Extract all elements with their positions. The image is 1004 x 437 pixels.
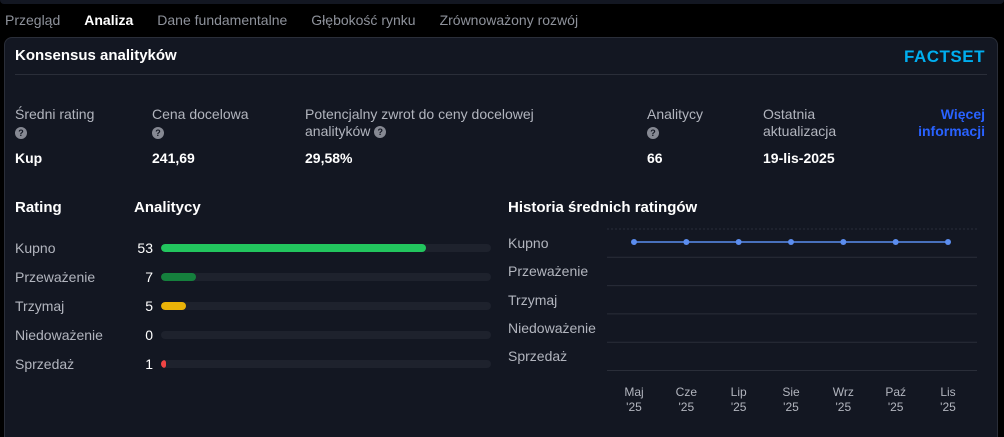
data-point[interactable] — [735, 239, 742, 245]
stat-value-potential-return: 29,58% — [305, 150, 353, 166]
rating-name: Trzymaj — [15, 298, 65, 314]
stat-label: Potencjalny zwrot do ceny docelowej anal… — [305, 106, 534, 139]
card-title: Konsensus analityków — [15, 47, 177, 64]
x-tick-year: '25 — [835, 400, 852, 414]
tab-sustainability[interactable]: Zrównoważony rozwój — [440, 9, 579, 35]
stat-potential-return: Potencjalny zwrot do ceny docelowej anal… — [305, 106, 570, 140]
stat-average-rating: Średni rating ? — [15, 106, 135, 142]
rating-name: Sprzedaż — [15, 356, 75, 372]
x-tick-month: Wrz — [832, 385, 854, 399]
rating-count: 53 — [137, 240, 153, 256]
help-icon[interactable]: ? — [374, 126, 387, 139]
x-tick-month: Cze — [675, 385, 697, 399]
x-tick-year: '25 — [678, 400, 695, 414]
x-tick-label: Sie '25 — [776, 385, 806, 415]
tab-market-depth[interactable]: Głębokość rynku — [311, 9, 415, 35]
rating-row-hold: Trzymaj 5 — [15, 296, 492, 316]
rating-count: 0 — [145, 327, 153, 343]
rating-row-underweight: Niedoważenie 0 — [15, 325, 492, 345]
x-tick-year: '25 — [940, 400, 956, 414]
y-tick-label: Trzymaj — [508, 292, 558, 308]
x-tick-label: Maj '25 — [619, 385, 649, 415]
rating-bar — [161, 273, 196, 281]
x-tick-year: '25 — [730, 400, 747, 414]
rating-bar — [161, 302, 186, 310]
rating-bar-track — [161, 331, 491, 339]
rating-bar — [161, 360, 166, 368]
tab-analysis[interactable]: Analiza — [84, 9, 134, 39]
x-tick-label: Lip '25 — [724, 385, 754, 415]
rating-name: Kupno — [15, 240, 56, 256]
y-tick-label: Niedoważenie — [508, 320, 596, 336]
x-tick-year: '25 — [887, 400, 904, 414]
analysts-header: Analitycy — [134, 199, 201, 216]
rating-bar-track — [161, 273, 491, 281]
stat-value-last-update: 19-lis-2025 — [763, 150, 835, 166]
rating-count: 1 — [145, 356, 153, 372]
stat-target-price: Cena docelowa ? — [152, 106, 282, 142]
stat-value-average-rating: Kup — [15, 150, 43, 166]
rating-name: Przeważenie — [15, 269, 96, 285]
factset-logo: FACTSET — [904, 47, 985, 66]
rating-header: Rating — [15, 199, 62, 216]
stat-label: Analitycy — [647, 106, 704, 122]
rating-count: 7 — [145, 269, 153, 285]
x-tick-year: '25 — [626, 400, 642, 414]
stat-label: Ostatnia aktualizacja — [763, 106, 837, 139]
stat-value-analysts: 66 — [647, 150, 663, 166]
x-tick-month: Sie — [782, 385, 800, 399]
stat-last-update: Ostatnia aktualizacja — [763, 106, 873, 140]
analyst-consensus-card: Konsensus analityków FACTSET Średni rati… — [4, 37, 998, 437]
stat-analysts: Analitycy ? — [647, 106, 737, 142]
history-chart-title: Historia średnich ratingów — [508, 199, 698, 216]
rating-row-buy: Kupno 53 — [15, 238, 492, 258]
data-point[interactable] — [840, 239, 847, 245]
rating-name: Niedoważenie — [15, 327, 103, 343]
stat-label: Cena docelowa — [152, 106, 249, 122]
x-tick-label: Wrz '25 — [828, 385, 858, 415]
data-point[interactable] — [892, 239, 899, 245]
tab-fundamentals[interactable]: Dane fundamentalne — [157, 9, 287, 35]
help-icon[interactable]: ? — [15, 126, 27, 139]
data-point[interactable] — [945, 239, 951, 245]
data-point[interactable] — [683, 239, 690, 245]
rating-count: 5 — [145, 298, 153, 314]
x-tick-label: Paź '25 — [881, 385, 911, 415]
rating-row-overweight: Przeważenie 7 — [15, 267, 492, 287]
y-tick-label: Przeważenie — [508, 263, 589, 279]
rating-bar-track — [161, 244, 491, 252]
rating-bar-track — [161, 302, 491, 310]
help-icon[interactable]: ? — [647, 126, 659, 139]
x-tick-month: Lip — [730, 385, 747, 399]
stat-label: Średni rating — [15, 106, 95, 122]
data-point[interactable] — [788, 239, 794, 245]
x-tick-month: Paź — [885, 385, 906, 399]
tab-bar: Przegląd Analiza Dane fundamentalne Głęb… — [0, 9, 602, 39]
x-tick-label: Cze '25 — [671, 385, 701, 415]
help-icon[interactable]: ? — [152, 126, 164, 139]
stat-value-target-price: 241,69 — [152, 150, 195, 166]
rating-bar — [161, 244, 426, 252]
top-strip — [0, 0, 1004, 4]
tab-overview[interactable]: Przegląd — [5, 9, 60, 35]
data-point[interactable] — [631, 239, 637, 245]
y-tick-label: Sprzedaż — [508, 348, 568, 364]
rating-bar-track — [161, 360, 491, 368]
x-tick-label: Lis '25 — [933, 385, 963, 415]
rating-row-sell: Sprzedaż 1 — [15, 354, 492, 374]
x-tick-month: Maj — [624, 385, 644, 399]
more-info-link[interactable]: Więcej informacji — [915, 106, 985, 140]
rating-history-chart — [607, 228, 977, 371]
y-tick-label: Kupno — [508, 235, 549, 251]
x-tick-month: Lis — [940, 385, 956, 399]
x-tick-year: '25 — [783, 400, 799, 414]
divider — [15, 74, 987, 75]
